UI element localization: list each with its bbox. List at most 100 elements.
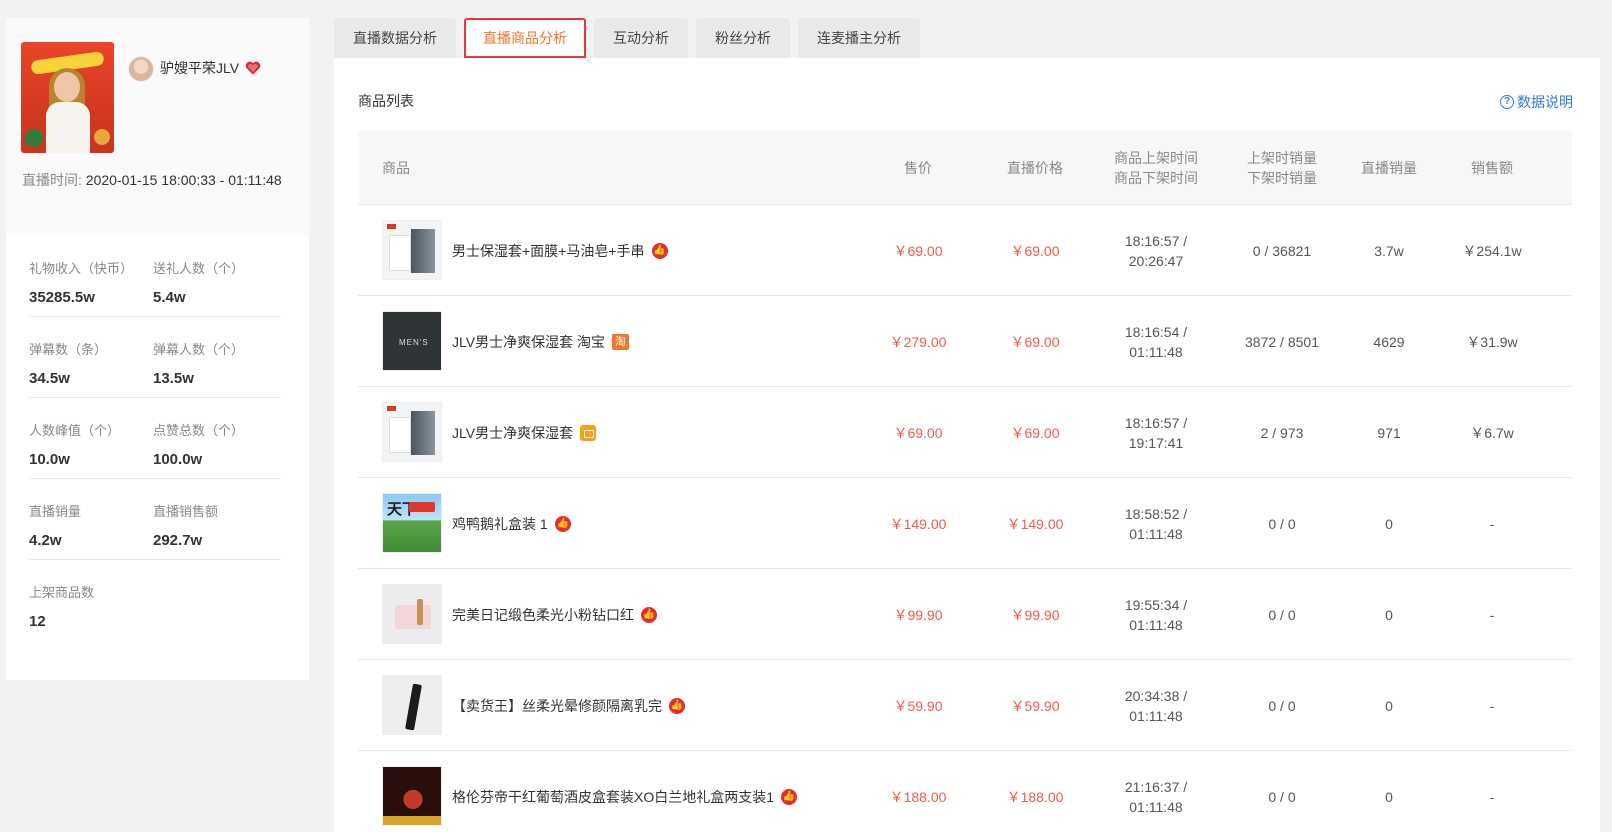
stat-row: 弹幕数（条） 34.5w 弹幕人数（个） 13.5w xyxy=(29,316,281,398)
product-name[interactable]: JLV男士净爽保湿套 xyxy=(452,387,597,478)
stat-row: 上架商品数 12 xyxy=(29,559,281,641)
live-price-cell: ￥149.00 xyxy=(1006,515,1064,532)
time-cell: 21:16:37 / 01:11:48 xyxy=(1124,778,1188,815)
heart-icon xyxy=(245,61,261,75)
live-price-cell: ￥99.90 xyxy=(1010,606,1060,623)
col-live-sales[interactable]: 直播销量 xyxy=(1329,131,1449,205)
tab-interaction[interactable]: 互动分析 xyxy=(594,18,688,58)
price-cell: ￥149.00 xyxy=(889,515,947,532)
product-name[interactable]: 完美日记缎色柔光小粉钻口红 👍 xyxy=(452,569,657,660)
shop-badge-icon xyxy=(580,424,597,441)
like-badge-icon: 👍 xyxy=(641,606,657,623)
sales-cell: 0 / 0 xyxy=(1268,788,1296,805)
time-cell: 18:16:57 / 20:26:47 xyxy=(1124,232,1188,269)
tab-fans[interactable]: 粉丝分析 xyxy=(696,18,790,58)
revenue-cell: - xyxy=(1489,515,1495,532)
revenue-cell: ￥6.7w xyxy=(1470,424,1514,441)
table-row[interactable]: 天下 鸡鸭鹅礼盒装 1 👍 ￥149.00 ￥149.00 18:58:52 / … xyxy=(358,478,1572,569)
live-sales-cell: 0 xyxy=(1385,606,1393,623)
live-price-cell: ￥69.00 xyxy=(1010,242,1060,259)
time-cell: 20:34:38 / 01:11:48 xyxy=(1124,687,1188,724)
live-price-cell: ￥69.00 xyxy=(1010,424,1060,441)
revenue-cell: - xyxy=(1489,788,1495,805)
product-name[interactable]: JLV男士净爽保湿套 淘宝淘 xyxy=(452,296,629,387)
live-sales-cell: 971 xyxy=(1377,424,1401,441)
anchor-avatar[interactable] xyxy=(128,56,154,82)
stat-danmaku-count: 弹幕数（条） 34.5w xyxy=(29,342,108,387)
stat-products-listed: 上架商品数 12 xyxy=(29,585,95,630)
col-listing-sales[interactable]: 上架时销量 下架时销量 xyxy=(1222,131,1342,205)
product-thumbnail[interactable] xyxy=(382,402,442,462)
stat-peak-viewers: 人数峰值（个） 10.0w xyxy=(29,423,121,468)
price-cell: ￥279.00 xyxy=(889,333,947,350)
product-thumbnail[interactable] xyxy=(382,766,442,826)
live-time-label: 直播时间: xyxy=(22,172,82,188)
table-row[interactable]: 完美日记缎色柔光小粉钻口红 👍 ￥99.90 ￥99.90 19:55:34 / … xyxy=(358,569,1572,660)
time-cell: 18:16:57 / 19:17:41 xyxy=(1124,414,1188,451)
live-stats-panel: 礼物收入（快币） 35285.5w 送礼人数（个） 5.4w 弹幕数（条） 34… xyxy=(6,235,309,680)
col-price[interactable]: 售价 xyxy=(858,131,978,205)
product-thumbnail[interactable] xyxy=(382,675,442,735)
data-help-link[interactable]: ? 数据说明 xyxy=(1500,92,1573,112)
anchor-name-row: 驴嫂平荣JLV xyxy=(160,58,261,78)
product-name[interactable]: 鸡鸭鹅礼盒装 1 👍 xyxy=(452,478,571,569)
price-cell: ￥69.00 xyxy=(893,424,943,441)
anchor-name[interactable]: 驴嫂平荣JLV xyxy=(160,58,239,78)
table-row[interactable]: 男士保湿套+面膜+马油皂+手串 👍 ￥69.00 ￥69.00 18:16:57 … xyxy=(358,205,1572,296)
table-header: 商品 售价 直播价格 商品上架时间 商品下架时间 上架时销量 下架时销量 直播销… xyxy=(358,131,1572,205)
stat-live-sales: 直播销量 4.2w xyxy=(29,504,82,549)
like-badge-icon: 👍 xyxy=(781,788,798,805)
time-cell: 18:16:54 / 01:11:48 xyxy=(1124,323,1188,360)
revenue-cell: ￥254.1w xyxy=(1462,242,1522,259)
live-sales-cell: 3.7w xyxy=(1374,242,1404,259)
product-name[interactable]: 男士保湿套+面膜+马油皂+手串 👍 xyxy=(452,205,668,296)
tab-live-data[interactable]: 直播数据分析 xyxy=(334,18,456,58)
stat-gift-senders: 送礼人数（个） 5.4w xyxy=(153,261,245,306)
product-list-panel: 商品列表 ? 数据说明 商品 售价 直播价格 商品上架时间 商品下架时间 上架时… xyxy=(334,58,1600,832)
price-cell: ￥188.00 xyxy=(889,788,947,805)
sales-cell: 0 / 0 xyxy=(1268,515,1296,532)
live-price-cell: ￥188.00 xyxy=(1006,788,1064,805)
product-thumbnail[interactable] xyxy=(382,584,442,644)
like-badge-icon: 👍 xyxy=(651,242,668,259)
product-thumbnail[interactable]: MEN'S xyxy=(382,311,442,371)
time-cell: 18:58:52 / 01:11:48 xyxy=(1124,505,1188,542)
sales-cell: 0 / 0 xyxy=(1268,606,1296,623)
live-cover-image[interactable] xyxy=(21,42,114,153)
product-table-body: 男士保湿套+面膜+马油皂+手串 👍 ￥69.00 ￥69.00 18:16:57 … xyxy=(358,205,1572,832)
table-row[interactable]: 格伦芬帝干红葡萄酒皮盒套装XO白兰地礼盒两支装1 👍 ￥188.00 ￥188.0… xyxy=(358,751,1572,832)
live-sales-cell: 4629 xyxy=(1373,333,1405,350)
product-name[interactable]: 格伦芬帝干红葡萄酒皮盒套装XO白兰地礼盒两支装1 👍 xyxy=(452,751,798,832)
live-sales-cell: 0 xyxy=(1385,697,1393,714)
table-row[interactable]: JLV男士净爽保湿套 ￥69.00 ￥69.00 18:16:57 / 19:1… xyxy=(358,387,1572,478)
col-live-price[interactable]: 直播价格 xyxy=(975,131,1095,205)
price-cell: ￥69.00 xyxy=(893,242,943,259)
stat-danmaku-users: 弹幕人数（个） 13.5w xyxy=(153,342,245,387)
analysis-tabs: 直播数据分析 直播商品分析 互动分析 粉丝分析 连麦播主分析 xyxy=(334,18,928,58)
sales-cell: 0 / 36821 xyxy=(1252,242,1312,259)
like-badge-icon: 👍 xyxy=(669,697,685,714)
price-cell: ￥59.90 xyxy=(893,697,943,714)
time-cell: 19:55:34 / 01:11:48 xyxy=(1124,596,1188,633)
col-product: 商品 xyxy=(382,160,410,176)
table-row[interactable]: 【卖货王】丝柔光晕修颜隔离乳完 👍 ￥59.90 ￥59.90 20:34:38 … xyxy=(358,660,1572,751)
col-listing-time[interactable]: 商品上架时间 商品下架时间 xyxy=(1096,131,1216,205)
live-time-value: 2020-01-15 18:00:33 - 01:11:48 xyxy=(85,172,282,188)
live-time: 直播时间: 2020-01-15 18:00:33 - 01:11:48 xyxy=(22,170,302,191)
stat-gift-income: 礼物收入（快币） 35285.5w xyxy=(29,261,134,306)
product-thumbnail[interactable]: 天下 xyxy=(382,493,442,553)
table-row[interactable]: MEN'S JLV男士净爽保湿套 淘宝淘 ￥279.00 ￥69.00 18:1… xyxy=(358,296,1572,387)
taobao-badge-icon: 淘 xyxy=(611,333,629,350)
stat-row: 人数峰值（个） 10.0w 点赞总数（个） 100.0w xyxy=(29,397,281,479)
tab-co-host[interactable]: 连麦播主分析 xyxy=(798,18,920,58)
data-help-label: 数据说明 xyxy=(1517,94,1573,110)
revenue-cell: - xyxy=(1489,606,1495,623)
sales-cell: 0 / 0 xyxy=(1268,697,1296,714)
stat-row: 直播销量 4.2w 直播销售额 292.7w xyxy=(29,478,281,560)
tab-live-products[interactable]: 直播商品分析 xyxy=(464,18,586,58)
col-revenue[interactable]: 销售额 xyxy=(1432,131,1552,205)
product-name[interactable]: 【卖货王】丝柔光晕修颜隔离乳完 👍 xyxy=(452,660,685,751)
product-list-title: 商品列表 xyxy=(358,93,414,109)
product-thumbnail[interactable] xyxy=(382,220,442,280)
sales-cell: 3872 / 8501 xyxy=(1245,333,1319,350)
